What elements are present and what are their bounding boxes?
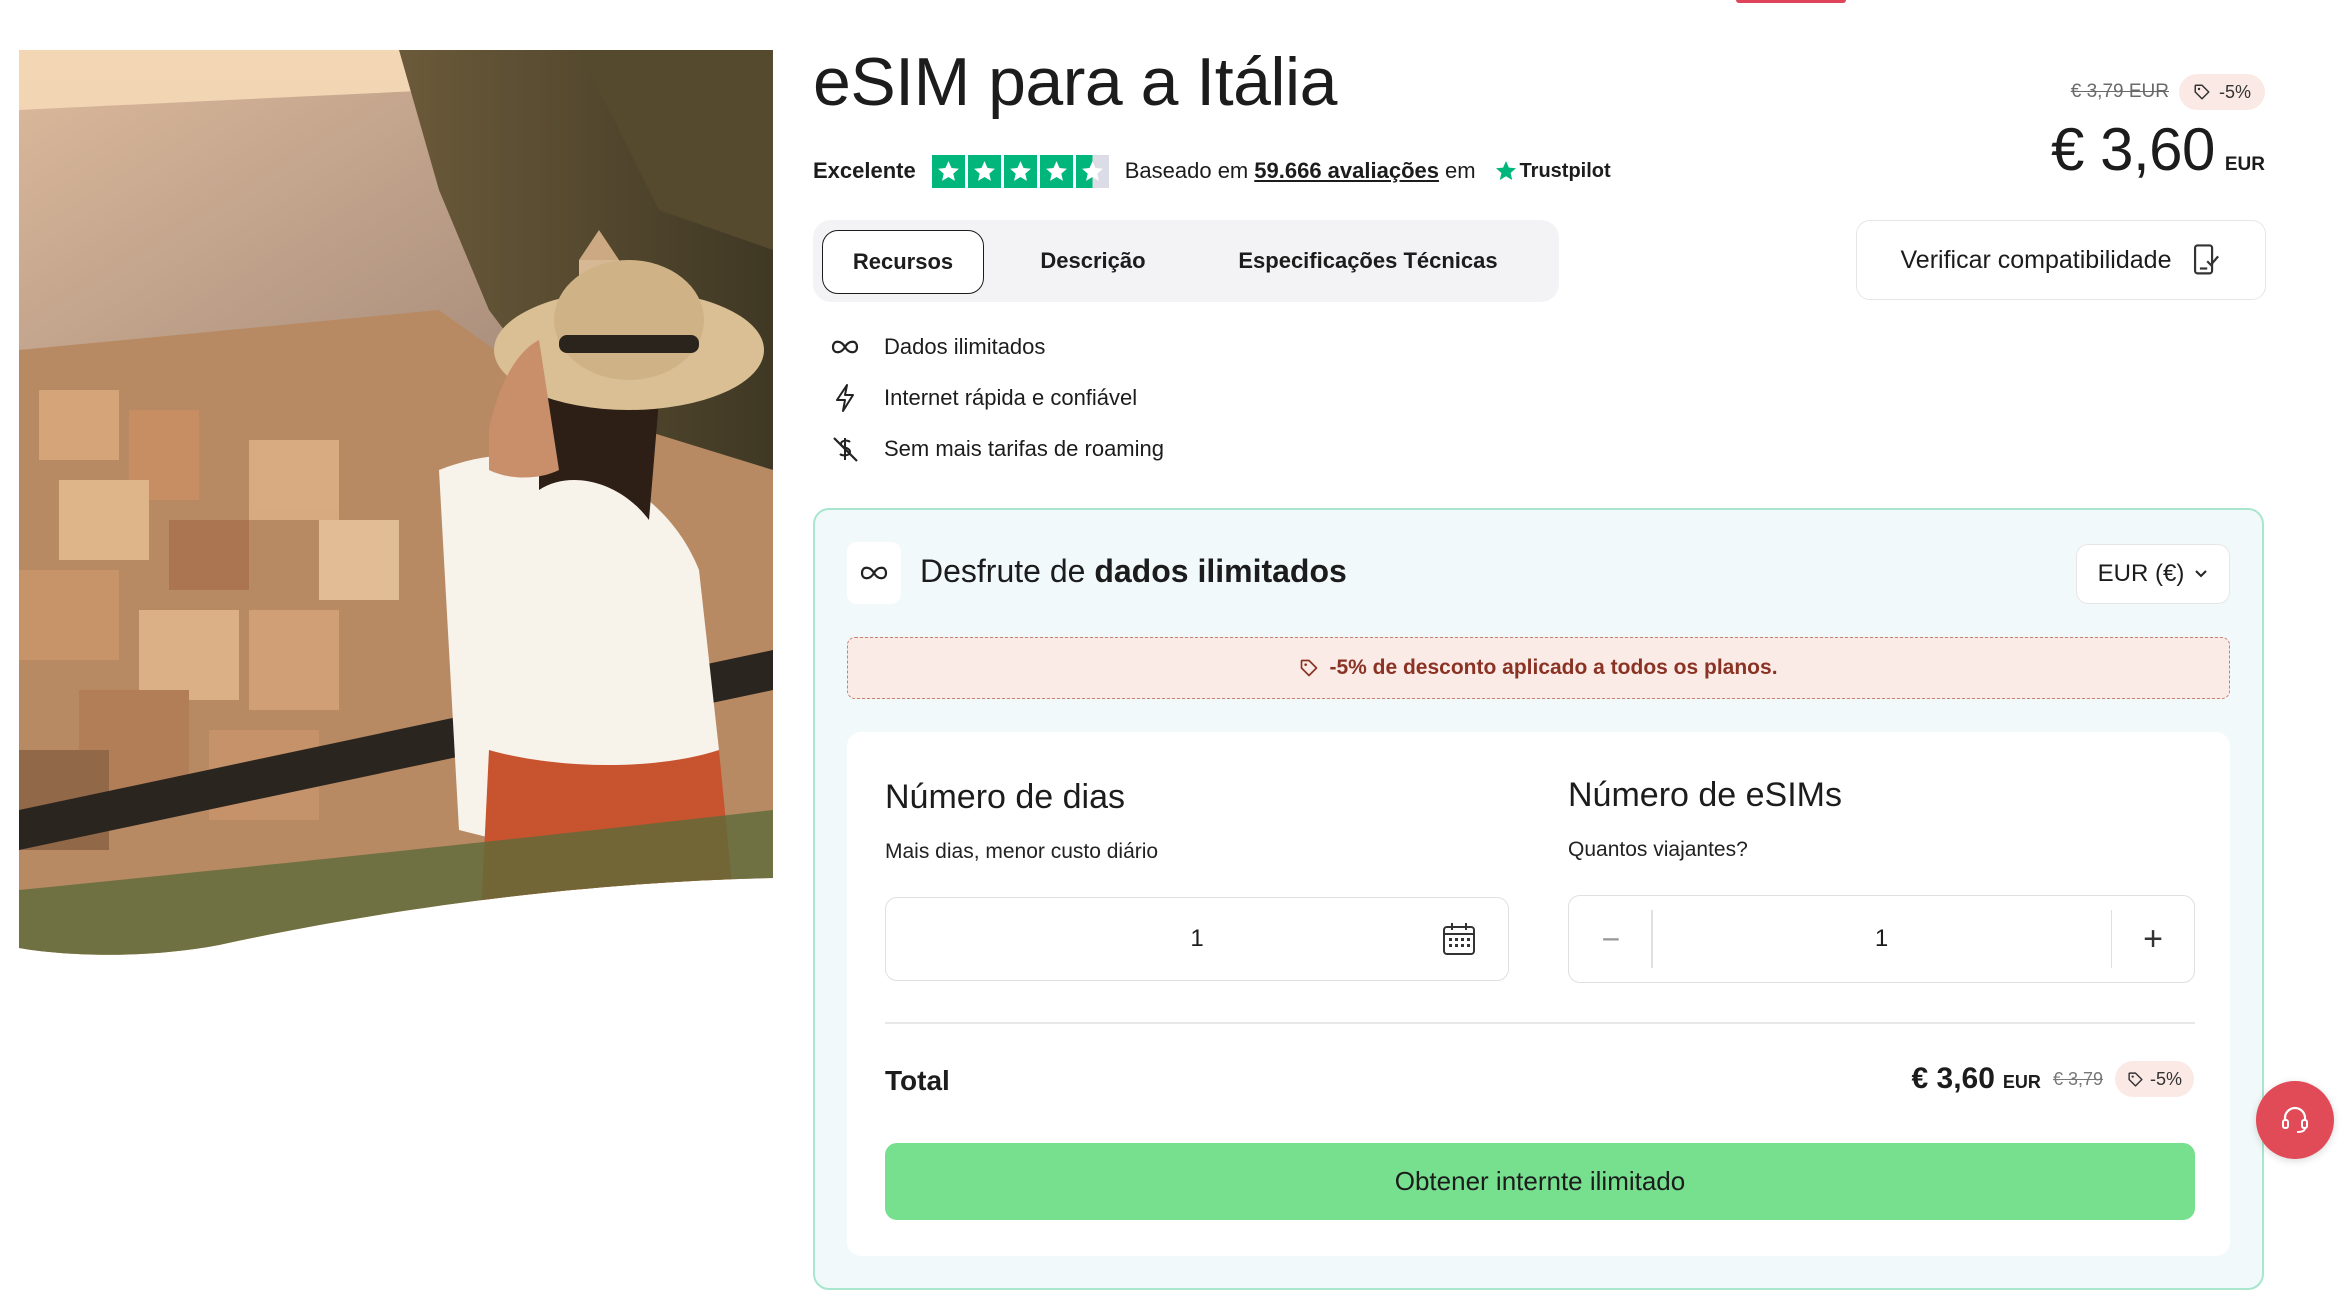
page-title: eSIM para a Itália	[813, 44, 1337, 120]
card-title-prefix: Desfrute de	[920, 553, 1086, 589]
esims-subtitle: Quantos viajantes?	[1568, 838, 1748, 861]
discount-banner-text: -5% de desconto aplicado a todos os plan…	[1329, 656, 1778, 679]
esims-value[interactable]: 1	[1653, 896, 2110, 982]
hero-image	[19, 50, 773, 956]
days-field[interactable]: 1	[885, 897, 1509, 981]
support-headset-icon[interactable]	[2256, 1081, 2334, 1159]
star-icon	[931, 154, 965, 188]
rating-on: em	[1444, 158, 1476, 183]
check-compatibility-button[interactable]: Verificar compatibilidade	[1856, 220, 2266, 300]
tab-descricao[interactable]: Descrição	[1008, 230, 1178, 292]
total-currency: EUR	[2002, 1071, 2041, 1092]
no-roaming-icon	[828, 432, 862, 466]
calendar-icon[interactable]	[1440, 920, 1478, 958]
card-title-bold: dados ilimitados	[1094, 553, 1347, 589]
half-star-icon	[1075, 154, 1109, 188]
price-current-row: € 3,60 EUR	[2051, 115, 2265, 184]
price-currency: EUR	[2224, 154, 2265, 175]
trustpilot-logo[interactable]: Trustpilot	[1494, 159, 1611, 183]
feature-unlimited-data: Dados ilimitados	[828, 330, 1045, 364]
tag-icon	[1301, 659, 1318, 677]
phone-check-icon	[2194, 244, 2220, 275]
days-value: 1	[1190, 925, 1204, 952]
total-old-price: € 3,79	[2052, 1068, 2103, 1089]
rating-stars	[931, 154, 1109, 188]
tab-bar: Recursos Descrição Especificações Técnic…	[813, 220, 1559, 302]
tab-recursos[interactable]: Recursos	[822, 230, 984, 294]
infinity-icon	[847, 542, 901, 604]
total-price: € 3,60	[1911, 1062, 1995, 1095]
infinity-icon	[828, 330, 862, 364]
get-unlimited-internet-button[interactable]: Obtener internte ilimitado	[885, 1143, 2195, 1220]
star-icon	[967, 154, 1001, 188]
card-title: Desfrute de dados ilimitados	[920, 548, 1347, 594]
esims-stepper: − 1 +	[1568, 895, 2195, 983]
feature-label: Dados ilimitados	[884, 334, 1046, 359]
days-subtitle: Mais dias, menor custo diário	[885, 840, 1159, 863]
feature-fast-internet: Internet rápida e confiável	[828, 381, 1137, 415]
discount-value: -5%	[2218, 81, 2251, 102]
star-icon	[1039, 154, 1073, 188]
trustpilot-star-icon	[1495, 161, 1516, 180]
feature-label: Sem mais tarifas de roaming	[884, 436, 1164, 461]
trustpilot-rating: Excelente Baseado em 59.666 avaliações e…	[813, 150, 1611, 192]
top-accent-bar	[1736, 0, 1846, 3]
rating-label: Excelente	[813, 158, 916, 183]
feature-label: Internet rápida e confiável	[884, 385, 1138, 410]
price-old-row: € 3,79 EUR -5%	[2071, 74, 2265, 110]
reviews-link[interactable]: 59.666 avaliações	[1254, 158, 1439, 184]
divider	[885, 1022, 2195, 1024]
currency-value: EUR (€)	[2097, 560, 2185, 587]
rating-based-on: Baseado em	[1124, 158, 1249, 183]
total-price-group: € 3,60 EUR € 3,79 -5%	[1911, 1061, 2194, 1097]
tab-especificacoes[interactable]: Especificações Técnicas	[1208, 230, 1528, 292]
current-price: € 3,60	[2051, 116, 2215, 183]
discount-banner: -5% de desconto aplicado a todos os plan…	[847, 637, 2230, 699]
tag-icon	[2194, 84, 2210, 100]
trustpilot-name: Trustpilot	[1519, 159, 1611, 182]
total-discount-value: -5%	[2149, 1068, 2182, 1089]
decrement-button[interactable]: −	[1569, 896, 1653, 982]
tag-icon	[2128, 1071, 2143, 1087]
lightning-icon	[828, 381, 862, 415]
discount-badge: -5%	[2178, 74, 2265, 110]
feature-no-roaming: Sem mais tarifas de roaming	[828, 432, 1164, 466]
days-title: Número de dias	[885, 778, 1126, 816]
esims-title: Número de eSIMs	[1568, 776, 1842, 814]
check-compatibility-label: Verificar compatibilidade	[1900, 245, 2172, 274]
total-discount-badge: -5%	[2114, 1061, 2194, 1097]
chevron-down-icon	[2195, 570, 2208, 578]
total-label: Total	[885, 1065, 950, 1096]
increment-button[interactable]: +	[2112, 896, 2194, 982]
currency-select[interactable]: EUR (€)	[2076, 544, 2230, 604]
star-icon	[1003, 154, 1037, 188]
old-price: € 3,79 EUR	[2070, 81, 2169, 102]
